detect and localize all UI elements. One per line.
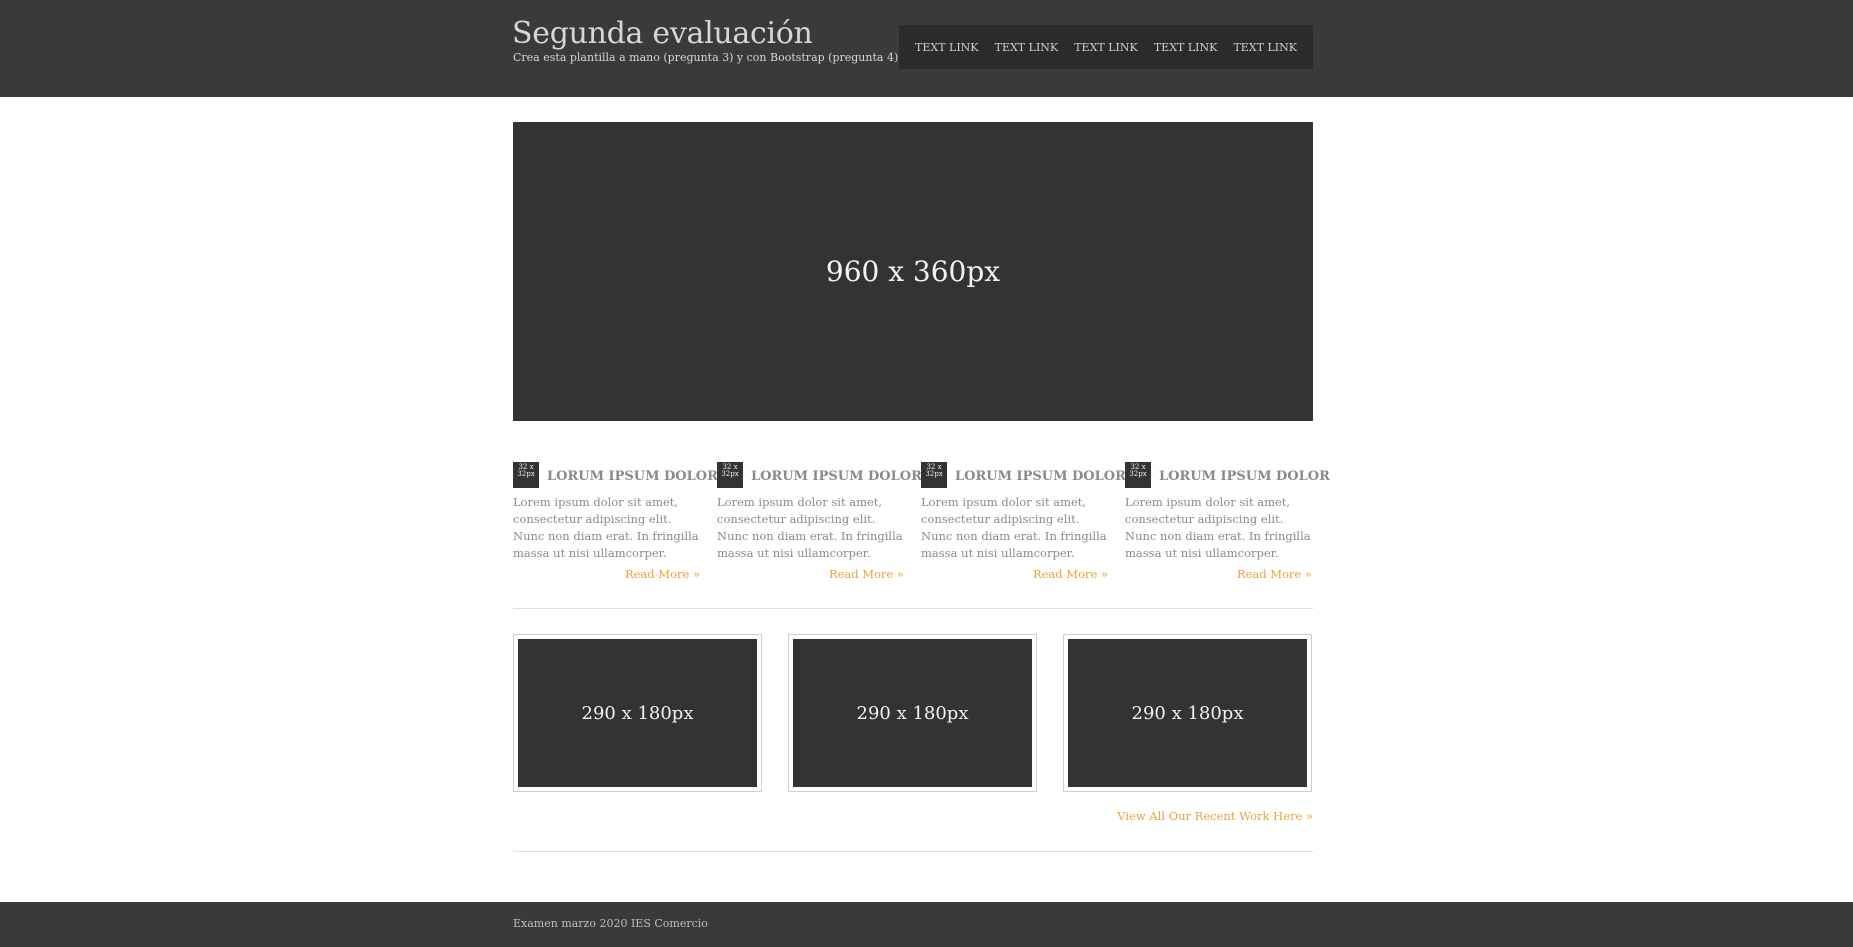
work-placeholder-label: 290 x 180px — [856, 702, 969, 724]
work-placeholder-image: 290 x 180px — [1068, 639, 1307, 787]
view-all-work-link[interactable]: View All Our Recent Work Here » — [1117, 809, 1313, 823]
nav-link-5[interactable]: TEXT LINK — [1233, 41, 1297, 54]
feature-title: LORUM IPSUM DOLOR — [1159, 469, 1330, 484]
feature-title: LORUM IPSUM DOLOR — [955, 469, 1126, 484]
read-more-link[interactable]: Read More » — [1033, 567, 1108, 581]
hero-placeholder-image: 960 x 360px — [513, 122, 1313, 421]
work-placeholder-image: 290 x 180px — [518, 639, 757, 787]
feature-text: Lorem ipsum dolor sit amet, consectetur … — [717, 495, 903, 560]
site-footer: Examen marzo 2020 IES Comercio — [0, 902, 1853, 947]
read-more-link[interactable]: Read More » — [1237, 567, 1312, 581]
read-more-link[interactable]: Read More » — [625, 567, 700, 581]
feature-title: LORUM IPSUM DOLOR — [547, 469, 718, 484]
nav-link-3[interactable]: TEXT LINK — [1074, 41, 1138, 54]
feature-placeholder-icon: 32 x 32px — [921, 462, 947, 488]
footer-text: Examen marzo 2020 IES Comercio — [513, 917, 708, 930]
feature-text: Lorem ipsum dolor sit amet, consectetur … — [921, 495, 1107, 560]
feature-text: Lorem ipsum dolor sit amet, consectetur … — [513, 495, 699, 560]
work-thumbnail[interactable]: 290 x 180px — [513, 634, 762, 792]
work-placeholder-label: 290 x 180px — [581, 702, 694, 724]
main-nav: TEXT LINK TEXT LINK TEXT LINK TEXT LINK … — [899, 25, 1313, 69]
site-header: Segunda evaluación Crea esta plantilla a… — [0, 0, 1853, 97]
feature-text: Lorem ipsum dolor sit amet, consectetur … — [1125, 495, 1311, 560]
site-title: Segunda evaluación — [512, 16, 813, 51]
work-thumbnail[interactable]: 290 x 180px — [788, 634, 1037, 792]
work-placeholder-image: 290 x 180px — [793, 639, 1032, 787]
feature-placeholder-icon: 32 x 32px — [513, 462, 539, 488]
nav-link-1[interactable]: TEXT LINK — [915, 41, 979, 54]
feature-title: LORUM IPSUM DOLOR — [751, 469, 922, 484]
feature-placeholder-icon: 32 x 32px — [717, 462, 743, 488]
work-thumbnail[interactable]: 290 x 180px — [1063, 634, 1312, 792]
nav-link-4[interactable]: TEXT LINK — [1154, 41, 1218, 54]
feature-placeholder-icon: 32 x 32px — [1125, 462, 1151, 488]
read-more-link[interactable]: Read More » — [829, 567, 904, 581]
section-divider — [513, 851, 1313, 852]
work-placeholder-label: 290 x 180px — [1131, 702, 1244, 724]
hero-placeholder-label: 960 x 360px — [825, 255, 1001, 288]
section-divider — [513, 608, 1313, 609]
site-subtitle: Crea esta plantilla a mano (pregunta 3) … — [513, 51, 899, 64]
nav-link-2[interactable]: TEXT LINK — [995, 41, 1059, 54]
